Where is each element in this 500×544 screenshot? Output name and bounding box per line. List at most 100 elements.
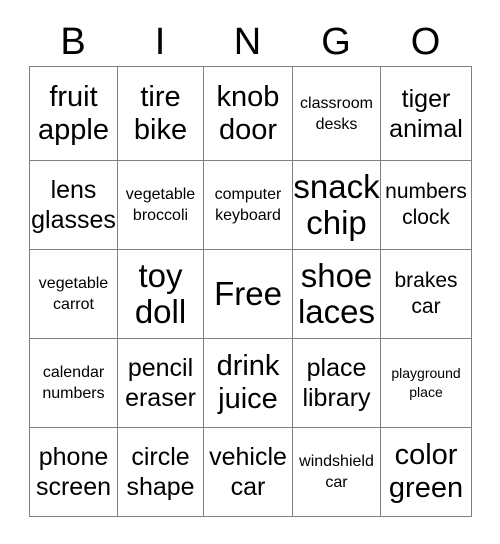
header-letter-b: B xyxy=(60,21,86,63)
bingo-cell-answer: numbers xyxy=(42,385,105,402)
bingo-cell-content: shoe laces xyxy=(294,257,380,330)
bingo-cell-content: classroom desks xyxy=(294,93,380,135)
bingo-cell-answer: door xyxy=(218,113,278,146)
bingo-cell[interactable]: fruit apple xyxy=(29,66,118,161)
bingo-cell-content: windshield car xyxy=(294,451,380,493)
bingo-cell-clue: brakes xyxy=(394,269,458,292)
bingo-cell[interactable]: windshield car xyxy=(292,427,381,517)
bingo-cell[interactable]: calendar numbers xyxy=(29,338,118,428)
bingo-cell-content: brakes car xyxy=(382,268,471,320)
bingo-cell-content: calendar numbers xyxy=(31,362,117,404)
header-letter-o: O xyxy=(410,21,441,63)
bingo-cell-content: color green xyxy=(382,439,471,505)
bingo-cell-answer: green xyxy=(388,472,464,504)
bingo-cell-answer: clock xyxy=(402,206,450,229)
bingo-cell[interactable]: color green xyxy=(380,427,472,517)
bingo-cell-clue: vehicle xyxy=(209,443,287,471)
bingo-row: phone screen circle shape vehicle car wi… xyxy=(29,427,472,517)
bingo-cell-content: vegetable carrot xyxy=(31,273,117,315)
bingo-cell-answer: laces xyxy=(297,293,376,330)
bingo-cell-clue: vegetable xyxy=(125,186,196,203)
bingo-cell-content: vegetable broccoli xyxy=(119,184,203,226)
bingo-cell[interactable]: toy doll xyxy=(117,249,204,339)
bingo-cell[interactable]: pencil eraser xyxy=(117,338,204,428)
bingo-cell[interactable]: vehicle car xyxy=(203,427,293,517)
bingo-grid: fruit apple tire bike knob door classroo… xyxy=(29,66,472,517)
bingo-cell[interactable]: vegetable broccoli xyxy=(117,160,204,250)
bingo-cell[interactable]: snack chip xyxy=(292,160,381,250)
bingo-cell-clue: color xyxy=(394,439,458,471)
bingo-cell-content: knob door xyxy=(205,80,292,147)
bingo-cell-clue: fruit xyxy=(49,80,98,113)
bingo-cell-answer: apple xyxy=(38,113,109,146)
bingo-cell-answer: animal xyxy=(389,114,463,143)
bingo-cell-clue: numbers xyxy=(385,180,467,203)
bingo-cell-content: tiger animal xyxy=(382,84,471,144)
bingo-cell-content: lens glasses xyxy=(31,175,117,235)
bingo-cell-answer: eraser xyxy=(125,384,196,412)
header-letter-i: I xyxy=(154,21,166,63)
bingo-row: lens glasses vegetable broccoli computer… xyxy=(29,160,472,250)
bingo-cell-content: circle shape xyxy=(119,442,203,502)
bingo-cell-clue: tiger xyxy=(401,84,451,113)
bingo-cell-answer: doll xyxy=(134,293,187,330)
bingo-cell-content: phone screen xyxy=(31,442,117,502)
bingo-cell-clue: calendar xyxy=(42,364,105,381)
bingo-cell[interactable]: computer keyboard xyxy=(203,160,293,250)
header-letter-n: N xyxy=(233,21,262,63)
bingo-free-cell[interactable]: Free xyxy=(203,249,293,339)
bingo-cell-clue: playground xyxy=(391,365,461,381)
bingo-cell[interactable]: brakes car xyxy=(380,249,472,339)
bingo-cell-clue: knob xyxy=(216,80,280,113)
bingo-header: B I N G O xyxy=(29,18,471,66)
bingo-cell-answer: juice xyxy=(218,383,278,415)
bingo-cell[interactable]: numbers clock xyxy=(380,160,472,250)
bingo-cell-answer: shape xyxy=(126,473,195,501)
bingo-cell[interactable]: tiger animal xyxy=(380,66,472,161)
bingo-free-label: Free xyxy=(214,275,282,312)
bingo-cell-clue: lens xyxy=(50,176,97,204)
bingo-cell-answer: glasses xyxy=(31,206,116,234)
bingo-cell-content: snack chip xyxy=(294,169,380,241)
bingo-cell-answer: library xyxy=(302,384,371,412)
bingo-cell[interactable]: place library xyxy=(292,338,381,428)
bingo-cell-answer: car xyxy=(411,295,441,318)
bingo-cell-clue: computer xyxy=(214,186,282,203)
bingo-cell[interactable]: circle shape xyxy=(117,427,204,517)
bingo-cell[interactable]: shoe laces xyxy=(292,249,381,339)
bingo-row: vegetable carrot toy doll Free shoe lace… xyxy=(29,249,472,339)
bingo-cell-content: numbers clock xyxy=(382,179,471,231)
bingo-cell[interactable]: vegetable carrot xyxy=(29,249,118,339)
bingo-cell-clue: windshield xyxy=(299,453,374,470)
bingo-cell-answer: screen xyxy=(35,473,112,501)
bingo-cell-content: drink juice xyxy=(205,350,292,416)
bingo-row: calendar numbers pencil eraser drink jui… xyxy=(29,338,472,428)
bingo-cell-clue: vegetable xyxy=(38,275,109,292)
bingo-cell[interactable]: knob door xyxy=(203,66,293,161)
bingo-cell[interactable]: tire bike xyxy=(117,66,204,161)
bingo-cell[interactable]: phone screen xyxy=(29,427,118,517)
bingo-cell-answer: car xyxy=(325,474,348,491)
bingo-cell-answer: desks xyxy=(315,115,358,133)
bingo-cell-answer: place xyxy=(409,384,443,400)
bingo-cell[interactable]: classroom desks xyxy=(292,66,381,161)
header-letter-g: G xyxy=(321,21,351,63)
bingo-cell[interactable]: drink juice xyxy=(203,338,293,428)
bingo-cell-clue: pencil xyxy=(127,354,194,382)
bingo-cell[interactable]: lens glasses xyxy=(29,160,118,250)
bingo-cell-answer: car xyxy=(230,473,266,501)
bingo-cell-content: place library xyxy=(294,353,380,413)
bingo-cell-clue: tire xyxy=(140,80,181,113)
bingo-cell-content: tire bike xyxy=(119,80,203,147)
bingo-cell[interactable]: playground place xyxy=(380,338,472,428)
bingo-cell-content: Free xyxy=(205,275,292,312)
bingo-cell-content: playground place xyxy=(382,364,471,402)
bingo-cell-clue: circle xyxy=(131,443,190,471)
bingo-row: fruit apple tire bike knob door classroo… xyxy=(29,66,472,161)
bingo-cell-content: computer keyboard xyxy=(205,184,292,226)
bingo-cell-content: fruit apple xyxy=(31,80,117,147)
bingo-cell-answer: broccoli xyxy=(132,207,189,224)
bingo-cell-clue: shoe xyxy=(300,257,373,294)
bingo-cell-clue: phone xyxy=(38,443,109,471)
bingo-cell-answer: chip xyxy=(306,204,367,241)
